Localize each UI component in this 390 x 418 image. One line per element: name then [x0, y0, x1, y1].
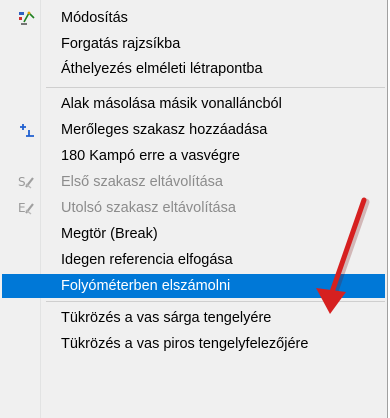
menu-item-folyometerben-elszamolni[interactable]: Folyóméterben elszámolni: [2, 274, 385, 298]
menu-item-label: Merőleges szakasz hozzáadása: [61, 122, 268, 138]
menu-item-forgatas-rajzsikba[interactable]: Forgatás rajzsíkba: [2, 32, 385, 56]
menu-item-megtor-break[interactable]: Megtör (Break): [2, 222, 385, 246]
svg-text:S: S: [18, 175, 26, 189]
menu-item-label: Idegen referencia elfogása: [61, 252, 233, 268]
menu-item-merolegesszakasz[interactable]: Merőleges szakasz hozzáadása: [2, 118, 385, 142]
menu-item-label: 180 Kampó erre a vasvégre: [61, 148, 240, 164]
context-menu: Módosítás Forgatás rajzsíkba Áthelyezés …: [0, 0, 388, 418]
svg-text:E: E: [18, 201, 26, 215]
menu-item-utolso-szakasz-eltavolitasa[interactable]: E Utolsó szakasz eltávolítása: [2, 196, 385, 220]
add-perpendicular-segment-icon: [20, 124, 34, 137]
menu-item-label: Módosítás: [61, 10, 128, 26]
menu-item-label: Áthelyezés elméleti létrapontba: [61, 61, 263, 77]
menu-separator: [46, 87, 385, 88]
menu-item-elso-szakasz-eltavolitasa[interactable]: S Első szakasz eltávolítása: [2, 170, 385, 194]
menu-item-modositas[interactable]: Módosítás: [2, 6, 385, 30]
edit-shape-icon: [19, 11, 35, 25]
menu-separator: [46, 301, 385, 302]
menu-item-180-kampo[interactable]: 180 Kampó erre a vasvégre: [2, 144, 385, 168]
menu-item-label: Folyóméterben elszámolni: [61, 278, 231, 294]
remove-first-segment-icon: S: [18, 175, 34, 189]
menu-item-label: Tükrözés a vas piros tengelyfelezőjére: [61, 336, 309, 352]
menu-item-label: Tükrözés a vas sárga tengelyére: [61, 310, 272, 326]
menu-item-tukrozes-piros[interactable]: Tükrözés a vas piros tengelyfelezőjére: [2, 332, 385, 356]
remove-last-segment-icon: E: [18, 201, 34, 215]
menu-item-label: Megtör (Break): [61, 226, 158, 242]
menu-item-label: Forgatás rajzsíkba: [61, 36, 181, 52]
menu-item-label: Utolsó szakasz eltávolítása: [61, 200, 236, 216]
menu-item-idegen-referencia[interactable]: Idegen referencia elfogása: [2, 248, 385, 272]
menu-item-tukrozes-sarga[interactable]: Tükrözés a vas sárga tengelyére: [2, 306, 385, 330]
menu-item-label: Alak másolása másik vonalláncból: [61, 96, 282, 112]
menu-item-alak-masolasa[interactable]: Alak másolása másik vonalláncból: [2, 92, 385, 116]
menu-item-label: Első szakasz eltávolítása: [61, 174, 223, 190]
menu-item-athelyezes[interactable]: Áthelyezés elméleti létrapontba: [2, 57, 385, 81]
